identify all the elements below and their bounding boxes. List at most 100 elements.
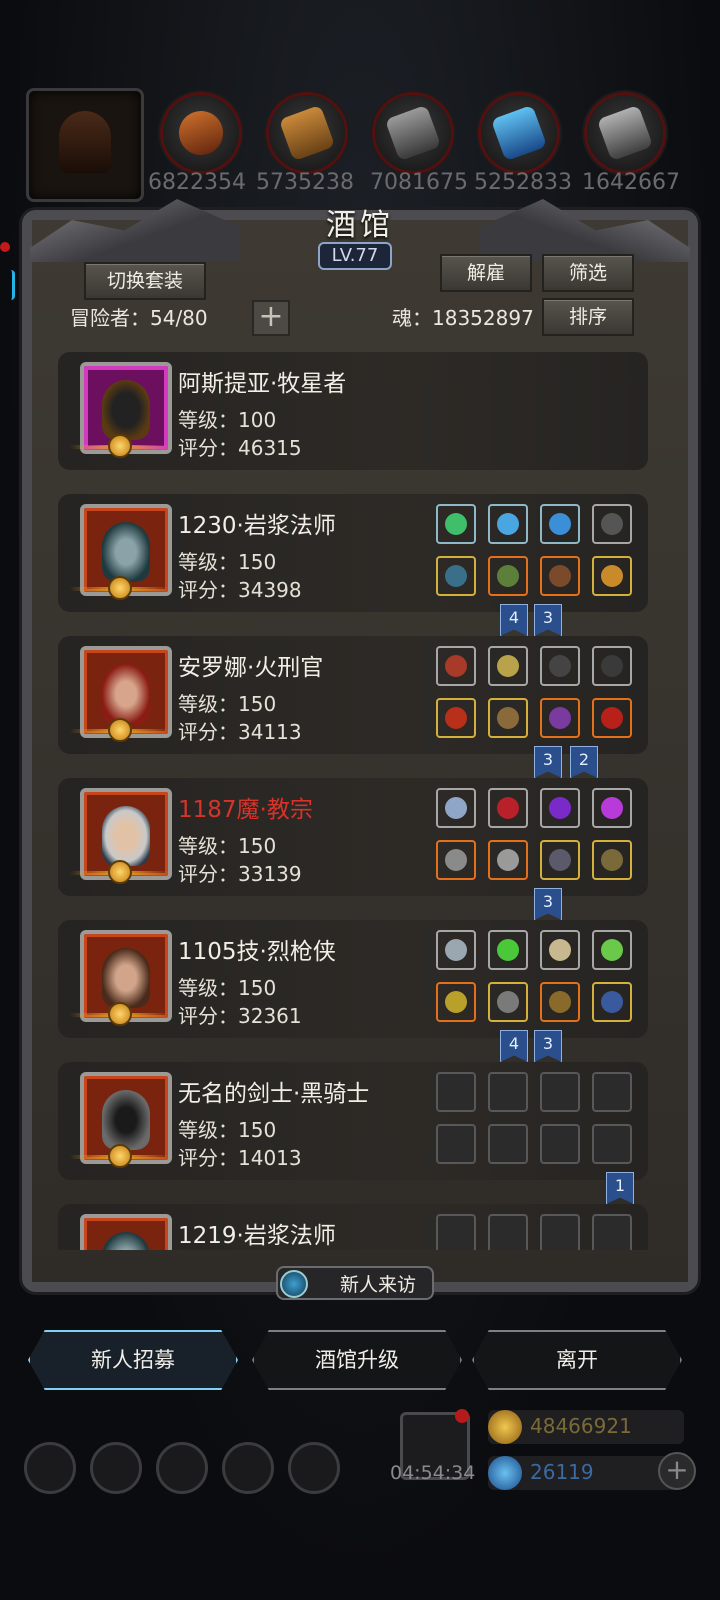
- rank-emblem-icon: [70, 860, 170, 886]
- equip-armor-icon[interactable]: [488, 556, 528, 596]
- mail-icon[interactable]: [222, 1442, 274, 1494]
- resource-meat-icon[interactable]: [160, 92, 242, 174]
- mage-face-icon: [102, 1232, 150, 1250]
- empty-flame-slot-icon[interactable]: [488, 1214, 528, 1250]
- hero-level: 等级：150: [178, 834, 277, 858]
- set-bonus-flag: 2: [570, 746, 598, 778]
- resource-stone-icon[interactable]: [372, 92, 454, 174]
- set-bonus-flag: 3: [534, 888, 562, 920]
- equip-pendant-icon[interactable]: [592, 698, 632, 738]
- equip-green-crystal-icon[interactable]: [488, 930, 528, 970]
- equip-hammer-icon[interactable]: [436, 840, 476, 880]
- hero-list[interactable]: 阿斯提亚·牧星者 等级：100 评分：46315 1230·岩浆法师 等级：15…: [58, 352, 648, 1250]
- hero-row[interactable]: 1230·岩浆法师 等级：150 评分：34398: [58, 494, 648, 612]
- hero-level: 等级：150: [178, 692, 277, 716]
- dismiss-button[interactable]: 解雇: [440, 254, 532, 292]
- hero-level: 等级：150: [178, 976, 277, 1000]
- hero-row[interactable]: 阿斯提亚·牧星者 等级：100 评分：46315: [58, 352, 648, 470]
- empty-hourglass-slot-icon[interactable]: [540, 1072, 580, 1112]
- add-currency-button[interactable]: +: [658, 1452, 696, 1490]
- tavern-upgrade-button[interactable]: 酒馆升级: [252, 1330, 462, 1390]
- empty-armor-slot-icon[interactable]: [488, 1124, 528, 1164]
- equip-gauntlet-icon[interactable]: [540, 646, 580, 686]
- shop-icon[interactable]: [288, 1442, 340, 1494]
- adventurer-count: 冒险者：54/80: [70, 306, 208, 330]
- equip-feather-icon[interactable]: [592, 646, 632, 686]
- equip-crystal-icon[interactable]: [592, 788, 632, 828]
- empty-flame-slot-icon[interactable]: [488, 1072, 528, 1112]
- equip-bracer-icon[interactable]: [592, 840, 632, 880]
- empty-hourglass-slot-icon[interactable]: [540, 1214, 580, 1250]
- filter-button[interactable]: 筛选: [542, 254, 634, 292]
- empty-ring-slot-icon[interactable]: [592, 1124, 632, 1164]
- sort-button[interactable]: 排序: [542, 298, 634, 336]
- gold-amount: 48466921: [530, 1414, 632, 1438]
- set-bonus-flag: 1: [606, 1172, 634, 1204]
- settings-gear-icon[interactable]: [24, 1442, 76, 1494]
- equip-mask-icon[interactable]: [592, 504, 632, 544]
- tavern-level-badge: LV.77: [318, 242, 392, 270]
- hero-row[interactable]: 无名的剑士·黑骑士 等级：150 评分：14013: [58, 1062, 648, 1180]
- leave-button[interactable]: 离开: [472, 1330, 682, 1390]
- empty-sword-slot-icon[interactable]: [436, 1124, 476, 1164]
- hero-score: 评分：34113: [178, 720, 302, 744]
- equip-axe-icon[interactable]: [436, 698, 476, 738]
- resource-crystal-icon[interactable]: [478, 92, 560, 174]
- equip-crown-icon[interactable]: [540, 840, 580, 880]
- equip-lance-icon[interactable]: [436, 982, 476, 1022]
- equip-chest-icon[interactable]: [540, 556, 580, 596]
- equip-orb-icon[interactable]: [488, 788, 528, 828]
- resource-iron-icon[interactable]: [584, 92, 666, 174]
- add-slot-button[interactable]: +: [252, 300, 290, 336]
- hero-level: 等级：150: [178, 1118, 277, 1142]
- visitor-icon: [280, 1270, 308, 1298]
- hero-row[interactable]: 1105技·烈枪侠 等级：150 评分：32361: [58, 920, 648, 1038]
- hero-level: 等级：150: [178, 550, 277, 574]
- equip-plate-icon[interactable]: [488, 982, 528, 1022]
- empty-hourglass-slot-icon[interactable]: [592, 1072, 632, 1112]
- gold-currency: 48466921: [488, 1410, 684, 1444]
- hero-row[interactable]: 1187魔·教宗 等级：150 评分：33139: [58, 778, 648, 896]
- equip-belt-icon[interactable]: [436, 788, 476, 828]
- equip-ring-icon[interactable]: [592, 556, 632, 596]
- gem-currency: 26119: [488, 1456, 684, 1490]
- equip-helmet-icon[interactable]: [488, 698, 528, 738]
- set-bonus-flag: 3: [534, 746, 562, 778]
- guild-icon[interactable]: [156, 1442, 208, 1494]
- equip-wand-icon[interactable]: [540, 930, 580, 970]
- empty-hourglass-slot-icon[interactable]: [592, 1214, 632, 1250]
- empty-ring-slot-icon[interactable]: [540, 1124, 580, 1164]
- side-tab-indicator[interactable]: [4, 270, 15, 300]
- red-haired-hero-face-icon: [102, 664, 150, 724]
- equip-belt-icon[interactable]: [436, 930, 476, 970]
- equip-trinket-icon[interactable]: [540, 982, 580, 1022]
- skill-icon[interactable]: [90, 1442, 142, 1494]
- equip-lantern-icon[interactable]: [592, 930, 632, 970]
- equip-boots-icon[interactable]: [540, 504, 580, 544]
- hero-name: 1230·岩浆法师: [178, 513, 336, 539]
- recruit-button[interactable]: 新人招募: [28, 1330, 238, 1390]
- equip-purple-gem-icon[interactable]: [540, 788, 580, 828]
- hero-row[interactable]: 安罗娜·火刑官 等级：150 评分：34113: [58, 636, 648, 754]
- hooded-figure-icon: [59, 111, 111, 173]
- hero-row[interactable]: 1219·岩浆法师: [58, 1204, 648, 1250]
- equip-spiked-armor-icon[interactable]: [488, 840, 528, 880]
- hero-level: 等级：100: [178, 408, 277, 432]
- equip-gem-icon[interactable]: [488, 504, 528, 544]
- set-bonus-flag: 3: [534, 604, 562, 636]
- resource-wood-icon[interactable]: [266, 92, 348, 174]
- hooded-hero-face-icon: [102, 380, 150, 440]
- switch-outfit-button[interactable]: 切换套装: [84, 262, 206, 300]
- equip-shoulder-icon[interactable]: [540, 698, 580, 738]
- white-haired-hero-face-icon: [102, 806, 150, 866]
- equip-charm-icon[interactable]: [592, 982, 632, 1022]
- empty-belt-slot-icon[interactable]: [436, 1214, 476, 1250]
- equip-necklace-icon[interactable]: [436, 504, 476, 544]
- hero-avatar-slot[interactable]: [26, 88, 144, 202]
- equip-helm-icon[interactable]: [436, 646, 476, 686]
- new-visitor-button[interactable]: 新人来访: [276, 1266, 434, 1300]
- equip-amulet-icon[interactable]: [488, 646, 528, 686]
- equip-staff-icon[interactable]: [436, 556, 476, 596]
- hero-score: 评分：32361: [178, 1004, 302, 1028]
- empty-belt-slot-icon[interactable]: [436, 1072, 476, 1112]
